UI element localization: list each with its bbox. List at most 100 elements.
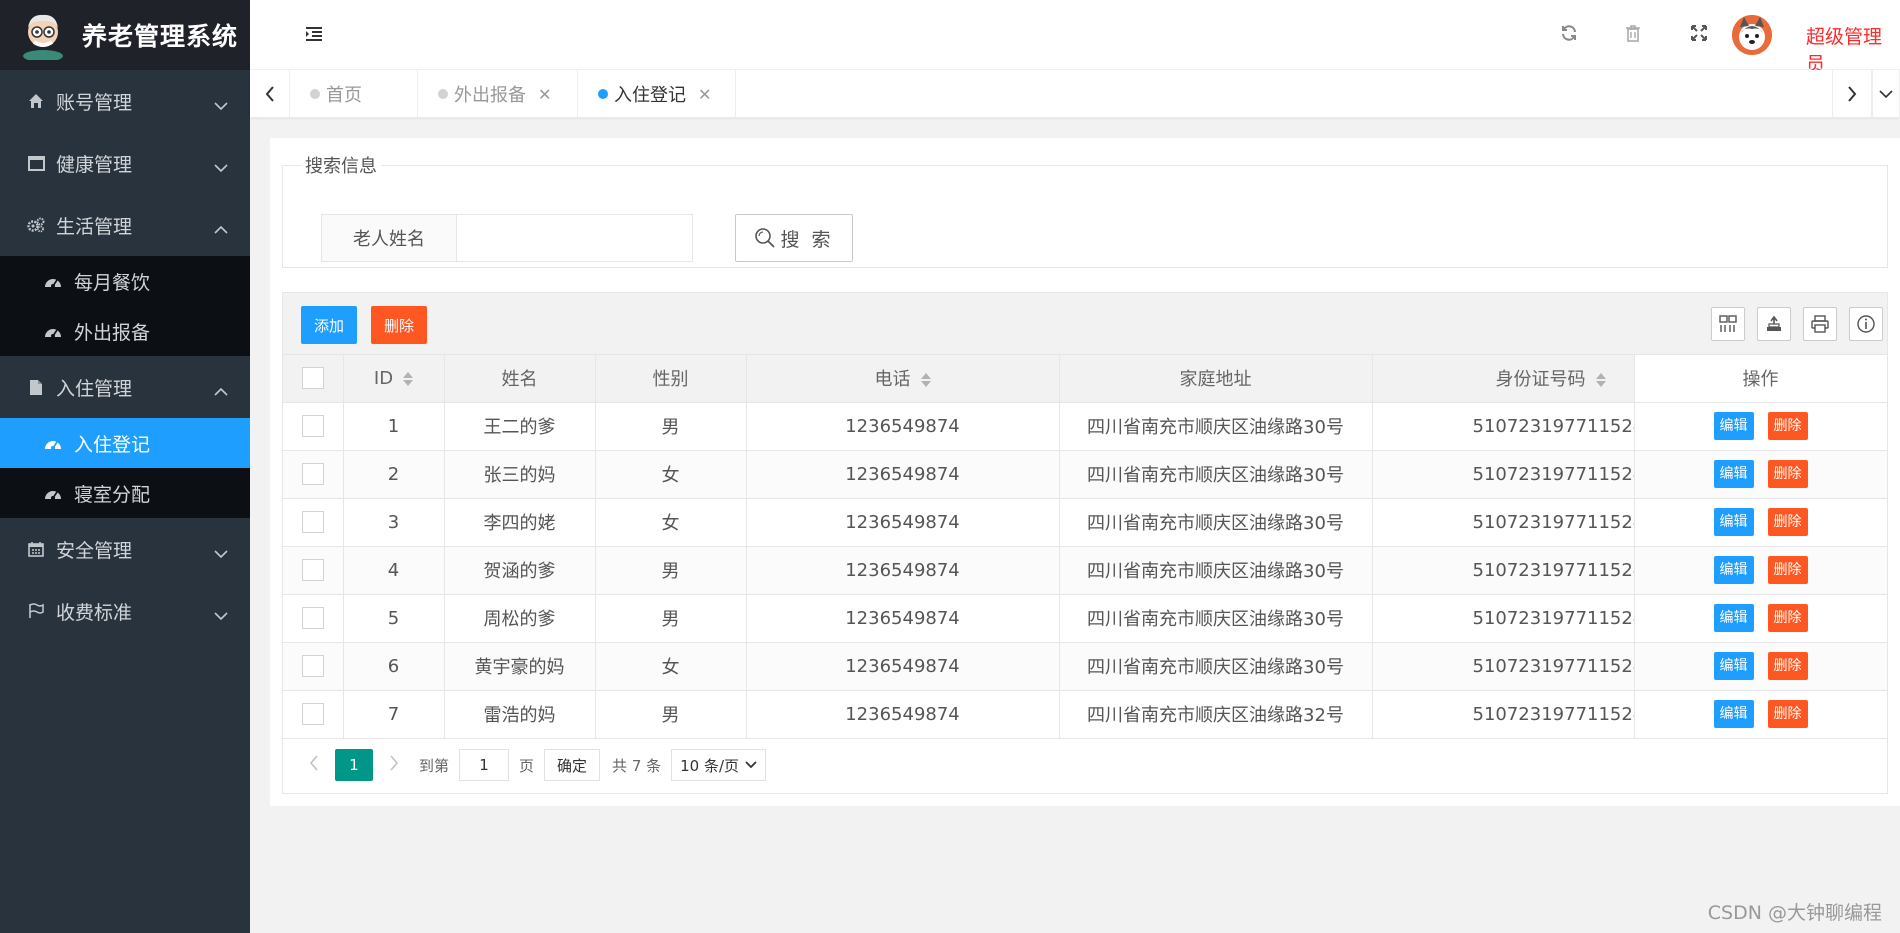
sort-icon[interactable] [403, 371, 414, 387]
cell-gender: 男 [595, 546, 747, 595]
menu-toggle-icon[interactable] [304, 26, 324, 47]
delete-row-button[interactable]: 删除 [1767, 412, 1808, 440]
sidebar-item-room-allocation[interactable]: 寝室分配 [0, 468, 250, 518]
add-button[interactable]: 添加 [301, 306, 357, 344]
avatar[interactable] [1732, 15, 1772, 55]
menu-fees[interactable]: 收费标准 [0, 580, 250, 642]
menu-account[interactable]: 账号管理 [0, 70, 250, 132]
goto-prefix: 到第 [419, 756, 450, 775]
select-all-cell[interactable] [283, 355, 344, 403]
watermark: CSDN @大钟聊编程 [1707, 902, 1882, 924]
delete-row-button[interactable]: 删除 [1767, 460, 1808, 488]
edit-button[interactable]: 编辑 [1713, 652, 1754, 680]
cell-address: 四川省南充市顺庆区油缘路30号 [1059, 450, 1373, 499]
sub-item-label: 每月餐饮 [74, 271, 151, 294]
tab-home[interactable]: 首页 [290, 70, 418, 118]
row-select-cell[interactable] [283, 498, 344, 547]
row-select-cell[interactable] [283, 450, 344, 499]
row-checkbox[interactable] [301, 415, 324, 437]
chevron-down-icon [214, 94, 228, 116]
cell-actions: 编辑 删除 [1634, 450, 1888, 499]
chevron-left-icon [265, 86, 274, 102]
columns-filter-button[interactable] [1711, 307, 1745, 341]
info-button[interactable] [1849, 307, 1883, 341]
col-id[interactable]: ID [343, 355, 445, 403]
close-icon[interactable]: ✕ [538, 85, 551, 104]
row-checkbox[interactable] [301, 463, 324, 485]
delete-row-button[interactable]: 删除 [1767, 700, 1808, 728]
sidebar-item-outing-report[interactable]: 外出报备 [0, 306, 250, 356]
elder-name-input[interactable] [457, 214, 693, 262]
current-page[interactable]: 1 [335, 749, 373, 781]
edit-button[interactable]: 编辑 [1713, 460, 1754, 488]
delete-row-button[interactable]: 删除 [1767, 652, 1808, 680]
row-checkbox[interactable] [301, 703, 324, 725]
tab-dot [310, 89, 320, 99]
menu-label: 入住管理 [56, 377, 133, 400]
tab-outing-report[interactable]: 外出报备 ✕ [418, 70, 578, 118]
delete-row-button[interactable]: 删除 [1767, 556, 1808, 584]
cell-address: 四川省南充市顺庆区油缘路30号 [1059, 546, 1373, 595]
row-select-cell[interactable] [283, 690, 344, 739]
row-select-cell[interactable] [283, 546, 344, 595]
tab-scroll-left-button[interactable] [250, 70, 290, 118]
table-row: 4 贺涵的爹 男 1236549874 四川省南充市顺庆区油缘路30号 5107… [283, 546, 1888, 595]
close-icon[interactable]: ✕ [698, 85, 711, 104]
tab-scroll-right-button[interactable] [1832, 70, 1872, 118]
cell-idcard: 5107231977115246 [1372, 594, 1635, 643]
select-all-checkbox[interactable] [301, 367, 324, 390]
row-checkbox[interactable] [301, 559, 324, 581]
edit-button[interactable]: 编辑 [1713, 412, 1754, 440]
admin-name[interactable]: 超级管理员 [1806, 22, 1900, 76]
cell-id: 3 [343, 498, 445, 547]
menu-safety[interactable]: 安全管理 [0, 518, 250, 580]
delete-row-button[interactable]: 删除 [1767, 508, 1808, 536]
batch-delete-button[interactable]: 删除 [371, 306, 427, 344]
sort-icon[interactable] [1595, 372, 1606, 388]
tab-checkin-register[interactable]: 入住登记 ✕ [578, 70, 736, 118]
cell-phone: 1236549874 [746, 450, 1060, 499]
fullscreen-icon[interactable] [1690, 24, 1708, 47]
col-phone[interactable]: 电话 [746, 355, 1060, 403]
row-select-cell[interactable] [283, 402, 344, 451]
delete-row-button[interactable]: 删除 [1767, 604, 1808, 632]
menu-life[interactable]: 生活管理 [0, 194, 250, 256]
next-page-icon[interactable] [379, 755, 409, 775]
pagination: 1 到第 1 页 确定 共 7 条 10 条/页 [299, 747, 767, 783]
prev-page-icon[interactable] [299, 755, 329, 775]
col-actions: 操作 [1634, 355, 1888, 403]
sidebar-item-monthly-meals[interactable]: 每月餐饮 [0, 256, 250, 306]
sort-icon[interactable] [920, 372, 931, 388]
cell-idcard: 5107231977115246 [1372, 402, 1635, 451]
edit-button[interactable]: 编辑 [1713, 700, 1754, 728]
menu-health[interactable]: 健康管理 [0, 132, 250, 194]
menu-checkin[interactable]: 入住管理 [0, 356, 250, 418]
cell-name: 黄宇豪的妈 [444, 642, 596, 691]
goto-page-input[interactable]: 1 [459, 749, 510, 781]
edit-button[interactable]: 编辑 [1713, 508, 1754, 536]
row-select-cell[interactable] [283, 594, 344, 643]
search-icon [755, 228, 776, 248]
cell-phone: 1236549874 [746, 642, 1060, 691]
row-checkbox[interactable] [301, 655, 324, 677]
search-button[interactable]: 搜 索 [735, 214, 853, 262]
tab-menu-dropdown[interactable] [1872, 70, 1900, 118]
page-size-select[interactable]: 10 条/页 [671, 749, 767, 781]
info-icon [1857, 315, 1875, 333]
cell-id: 6 [343, 642, 445, 691]
edit-button[interactable]: 编辑 [1713, 604, 1754, 632]
cell-actions: 编辑 删除 [1634, 498, 1888, 547]
col-idcard[interactable]: 身份证号码 [1372, 355, 1635, 403]
row-select-cell[interactable] [283, 642, 344, 691]
export-button[interactable] [1757, 307, 1791, 341]
row-checkbox[interactable] [301, 607, 324, 629]
row-checkbox[interactable] [301, 511, 324, 533]
print-button[interactable] [1803, 307, 1837, 341]
sidebar-item-checkin-register[interactable]: 入住登记 [0, 418, 250, 468]
sub-item-label: 寝室分配 [74, 483, 151, 506]
refresh-icon[interactable] [1560, 24, 1578, 47]
tab-label: 首页 [326, 85, 362, 106]
goto-confirm-button[interactable]: 确定 [544, 749, 601, 781]
trash-icon[interactable] [1625, 24, 1641, 47]
edit-button[interactable]: 编辑 [1713, 556, 1754, 584]
